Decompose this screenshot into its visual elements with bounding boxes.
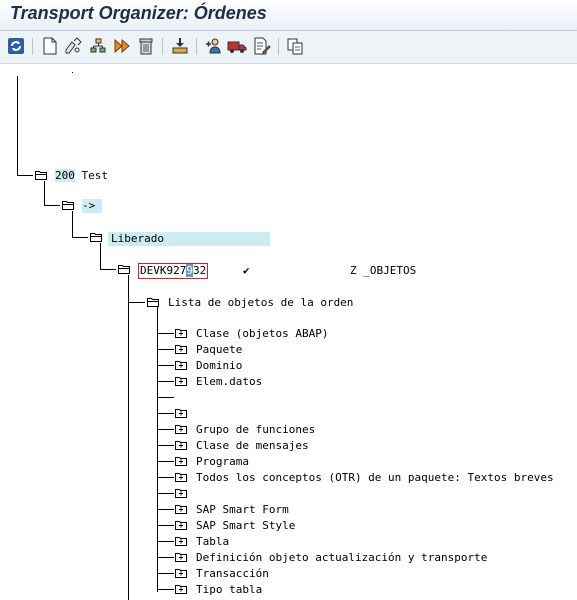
title-bar: Transport Organizer: Órdenes xyxy=(0,0,577,31)
folder-closed-icon[interactable] xyxy=(175,408,187,418)
toolbar-separator xyxy=(32,38,33,55)
folder-closed-icon[interactable] xyxy=(175,584,187,594)
request-description: Z _OBJETOS xyxy=(350,264,417,277)
client-label: Test xyxy=(81,169,109,182)
folder-closed-icon[interactable] xyxy=(175,360,187,370)
tree-line xyxy=(157,461,174,462)
tree-root-marker xyxy=(72,72,73,73)
tree-line xyxy=(128,275,129,600)
tree-line xyxy=(157,541,174,542)
object-type-item[interactable]: Todos los conceptos (OTR) de un paquete:… xyxy=(196,471,554,485)
delete-icon[interactable] xyxy=(136,36,156,56)
folder-closed-icon[interactable] xyxy=(175,344,187,354)
object-type-item[interactable]: Clase de mensajes xyxy=(196,439,309,453)
object-type-item[interactable]: Paquete xyxy=(196,343,242,357)
tree-line xyxy=(17,76,18,176)
tree-line xyxy=(157,573,174,574)
import-icon[interactable] xyxy=(170,36,190,56)
new-document-icon[interactable] xyxy=(40,36,60,56)
tree-line xyxy=(157,397,174,398)
folder-closed-icon[interactable] xyxy=(175,472,187,482)
folder-closed-icon[interactable] xyxy=(175,568,187,578)
transport-truck-icon[interactable] xyxy=(227,36,247,56)
tree-line xyxy=(100,243,101,270)
object-type-item[interactable]: SAP Smart Form xyxy=(196,503,289,517)
folder-closed-icon[interactable] xyxy=(175,424,187,434)
tree-line xyxy=(44,205,60,206)
folder-closed-icon[interactable] xyxy=(175,456,187,466)
client-node[interactable]: 200 Test xyxy=(55,169,108,183)
tree-line xyxy=(157,509,174,510)
object-type-item[interactable]: Transacción xyxy=(196,567,269,581)
folder-closed-icon[interactable] xyxy=(175,504,187,514)
folder-open-icon[interactable] xyxy=(90,232,102,242)
release-icon[interactable] xyxy=(112,36,132,56)
folder-open-icon[interactable] xyxy=(118,264,130,274)
toolbar-separator xyxy=(196,38,197,55)
tree-line xyxy=(157,349,174,350)
tree-line xyxy=(157,381,174,382)
object-type-item[interactable]: Grupo de funciones xyxy=(196,423,315,437)
tree-line xyxy=(44,181,45,206)
copy-object-icon[interactable] xyxy=(285,36,305,56)
folder-closed-icon[interactable] xyxy=(175,488,187,498)
request-id[interactable]: DEVK927932 xyxy=(137,263,209,279)
tree-line xyxy=(157,493,174,494)
folder-closed-icon[interactable] xyxy=(175,328,187,338)
hierarchy-icon[interactable] xyxy=(88,36,108,56)
status-node[interactable]: Liberado xyxy=(108,232,270,246)
folder-open-icon[interactable] xyxy=(147,297,159,307)
object-list-node[interactable]: Lista de objetos de la orden xyxy=(168,296,353,310)
tree-line xyxy=(157,333,174,334)
tree-line xyxy=(72,211,73,238)
tree-line xyxy=(157,525,174,526)
folder-open-icon[interactable] xyxy=(35,170,47,180)
arrow-node[interactable]: -> xyxy=(82,199,102,213)
folder-open-icon[interactable] xyxy=(62,200,74,210)
tree-line xyxy=(157,365,174,366)
tree-line xyxy=(157,413,174,414)
folder-closed-icon[interactable] xyxy=(175,440,187,450)
folder-closed-icon[interactable] xyxy=(175,536,187,546)
object-type-item[interactable]: Dominio xyxy=(196,359,242,373)
folder-closed-icon[interactable] xyxy=(175,376,187,386)
tree-line xyxy=(17,175,33,176)
client-number: 200 xyxy=(55,169,75,182)
tree-line xyxy=(157,589,174,590)
tree-line xyxy=(100,269,116,270)
tree-line xyxy=(72,237,88,238)
object-type-item[interactable]: Clase (objetos ABAP) xyxy=(196,327,328,341)
add-user-icon[interactable] xyxy=(203,36,223,56)
window-title: Transport Organizer: Órdenes xyxy=(10,3,267,23)
object-type-item[interactable]: SAP Smart Style xyxy=(196,519,295,533)
toolbar-separator xyxy=(278,38,279,55)
folder-closed-icon[interactable] xyxy=(175,552,187,562)
tree-line xyxy=(157,445,174,446)
folder-closed-icon[interactable] xyxy=(175,520,187,530)
object-type-item[interactable]: Definición objeto actualización y transp… xyxy=(196,551,487,565)
tree-line xyxy=(128,302,145,303)
document-edit-icon[interactable] xyxy=(252,36,272,56)
refresh-icon[interactable] xyxy=(6,36,26,56)
object-type-item[interactable]: Tabla xyxy=(196,535,229,549)
display-change-icon[interactable] xyxy=(63,36,83,56)
object-type-item[interactable]: Programa xyxy=(196,455,249,469)
application-toolbar xyxy=(0,31,577,64)
transport-tree: 200 Test -> Liberado DEVK927932 ✔ Z _OBJ… xyxy=(0,64,577,600)
request-id-prefix: DEVK927 xyxy=(140,264,187,277)
tree-line xyxy=(157,557,174,558)
tree-line xyxy=(157,429,174,430)
tree-line xyxy=(157,477,174,478)
toolbar-separator xyxy=(162,38,163,55)
request-id-suffix: 32 xyxy=(192,264,207,277)
release-check-icon: ✔ xyxy=(243,264,250,277)
text-cursor: 9 xyxy=(186,264,193,277)
object-type-item[interactable]: Tipo tabla xyxy=(196,583,262,597)
object-type-item[interactable]: Elem.datos xyxy=(196,375,262,389)
